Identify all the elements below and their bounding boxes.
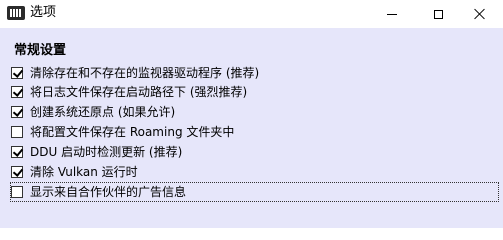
option-label: DDU 启动时检测更新 (推荐) (30, 145, 183, 159)
maximize-icon (433, 9, 443, 19)
maximize-button[interactable] (415, 0, 461, 28)
window-title: 选项 (30, 5, 57, 20)
section-title: 常规设置 (14, 43, 67, 58)
options-window: 选项 常规设置 清除存在和不存在的监视器驱动程序 (推荐) 将日志文件保存在启动… (0, 0, 503, 228)
option-check-updates[interactable]: DDU 启动时检测更新 (推荐) (11, 143, 182, 161)
option-restore-point[interactable]: 创建系统还原点 (如果允许) (11, 103, 175, 121)
option-save-logs[interactable]: 将日志文件保存在启动路径下 (强烈推荐) (11, 83, 247, 101)
option-label: 清除 Vulkan 运行时 (30, 165, 138, 179)
option-label: 清除存在和不存在的监视器驱动程序 (推荐) (30, 66, 260, 80)
option-label: 创建系统还原点 (如果允许) (30, 105, 176, 119)
minimize-icon (387, 13, 397, 15)
option-checkbox[interactable] (11, 126, 23, 138)
option-partner-ads[interactable]: 显示来自合作伙伴的广告信息 (10, 182, 499, 202)
option-checkbox[interactable] (11, 146, 23, 158)
option-label: 将配置文件保存在 Roaming 文件夹中 (30, 125, 235, 139)
option-checkbox[interactable] (11, 106, 23, 118)
option-roaming-config[interactable]: 将配置文件保存在 Roaming 文件夹中 (11, 123, 234, 141)
title-bar[interactable]: 选项 (0, 0, 503, 28)
option-label: 将日志文件保存在启动路径下 (强烈推荐) (30, 85, 248, 99)
close-icon (474, 8, 486, 20)
option-clean-monitor-drivers[interactable]: 清除存在和不存在的监视器驱动程序 (推荐) (11, 64, 259, 82)
option-checkbox[interactable] (11, 186, 23, 198)
option-label: 显示来自合作伙伴的广告信息 (30, 185, 187, 199)
option-checkbox[interactable] (11, 86, 23, 98)
option-clean-vulkan[interactable]: 清除 Vulkan 运行时 (11, 163, 138, 181)
minimize-button[interactable] (369, 0, 415, 28)
app-icon (7, 6, 25, 20)
option-checkbox[interactable] (11, 67, 23, 79)
close-button[interactable] (457, 0, 503, 28)
option-checkbox[interactable] (11, 166, 23, 178)
